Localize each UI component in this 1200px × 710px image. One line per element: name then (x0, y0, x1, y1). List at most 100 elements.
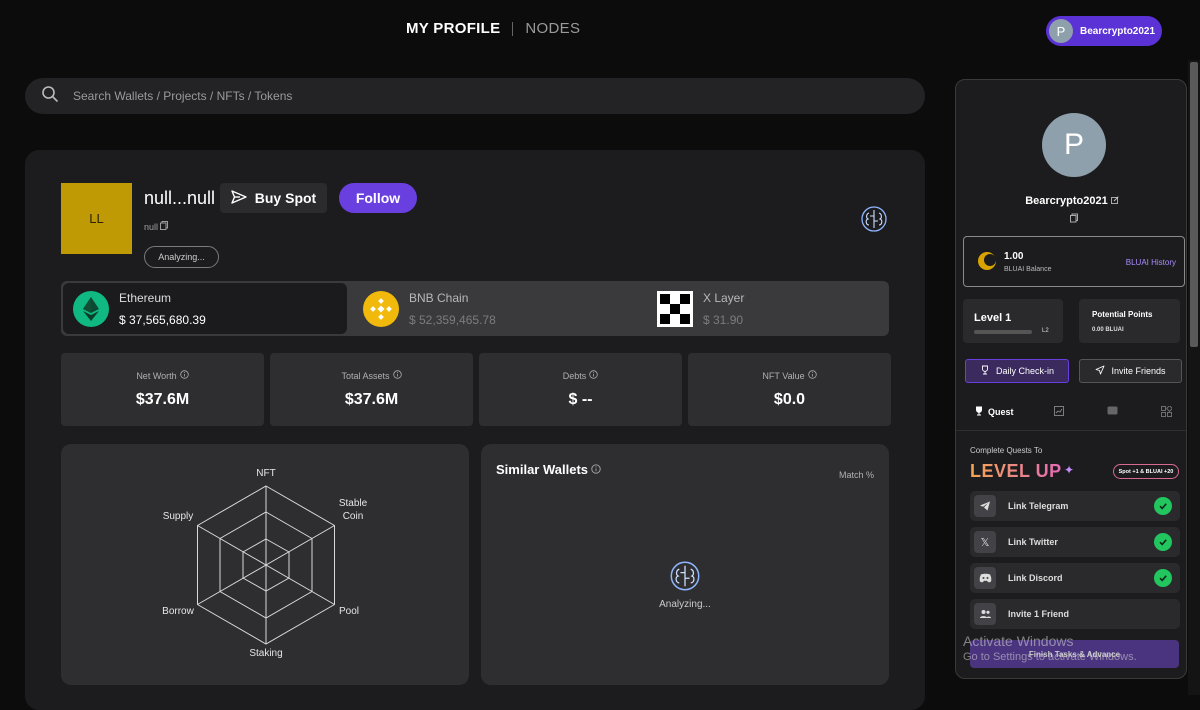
stat-net-worth: Net Worth $37.6M (61, 353, 264, 426)
sidebar-tabs: Quest (956, 398, 1186, 428)
stat-label: Net Worth (136, 370, 177, 381)
xlayer-icon (657, 290, 693, 327)
chain-tab-xlayer[interactable]: X Layer $ 31.90 (645, 283, 885, 334)
stat-total-assets: Total Assets $37.6M (270, 353, 473, 426)
radar-label-staking: Staking (249, 648, 282, 659)
stat-label: Total Assets (341, 370, 390, 381)
tab-chart[interactable] (1054, 406, 1064, 418)
sidebar-divider (956, 430, 1186, 431)
stat-nft-value: NFT Value $0.0 (688, 353, 891, 426)
chain-value: $ 52,359,465.78 (409, 312, 496, 327)
stats-row: Net Worth $37.6M Total Assets $37.6M Deb… (61, 353, 891, 426)
search-input[interactable] (73, 89, 773, 103)
edit-icon[interactable] (1110, 195, 1119, 207)
quest-link-twitter[interactable]: 𝕏 Link Twitter (970, 527, 1180, 557)
user-menu-button[interactable]: P Bearcrypto2021 (1046, 16, 1162, 46)
invite-friends-label: Invite Friends (1111, 366, 1166, 376)
tab-quest[interactable]: Quest (974, 406, 1014, 418)
tab-cards[interactable] (1107, 406, 1118, 417)
tab-nodes[interactable]: NODES (525, 20, 580, 37)
discord-icon (974, 567, 996, 589)
brain-icon (669, 561, 701, 596)
trophy-icon (974, 406, 984, 418)
stat-value: $0.0 (773, 391, 806, 408)
top-nav: MY PROFILE NODES P Bearcrypto2021 (0, 0, 1200, 60)
chain-selector: Ethereum $ 37,565,680.39 BNB Chain $ 52,… (61, 281, 889, 336)
info-icon[interactable] (807, 370, 817, 381)
info-icon[interactable] (179, 370, 189, 381)
daily-checkin-button[interactable]: Daily Check-in (965, 359, 1069, 383)
search-bar (25, 78, 925, 114)
info-icon[interactable] (589, 370, 598, 381)
radar-chart: NFT Stable Coin Pool Staking Borrow Suppl… (162, 468, 368, 659)
sidebar-avatar: P (1042, 113, 1106, 177)
bluai-balance-label: BLUAI Balance (1004, 266, 1052, 273)
sidebar-username-text: Bearcrypto2021 (1025, 195, 1108, 207)
tab-grid[interactable] (1161, 405, 1173, 419)
sidebar-username: Bearcrypto2021 (956, 195, 1186, 207)
telegram-icon (974, 495, 996, 517)
brain-icon[interactable] (860, 205, 888, 238)
stat-label: Debts (562, 370, 587, 381)
grid-icon (1161, 405, 1173, 419)
copy-icon[interactable] (1070, 210, 1078, 228)
send-icon (231, 189, 247, 207)
radar-label-pool: Pool (339, 606, 359, 617)
radar-chart-card: NFT Stable Coin Pool Staking Borrow Suppl… (61, 444, 469, 685)
stat-value: $ -- (568, 391, 593, 408)
page-scrollbar-thumb[interactable] (1190, 62, 1198, 347)
similar-analyzing: Analyzing... (481, 560, 889, 610)
follow-button[interactable]: Follow (339, 183, 417, 213)
profile-sidebar: P Bearcrypto2021 1.00 BLUAI Balance BLUA… (955, 79, 1187, 679)
bluai-balance-value: 1.00 (1004, 251, 1024, 262)
users-icon (974, 603, 996, 625)
chain-name: BNB Chain (409, 290, 469, 305)
nav-tabs: MY PROFILE NODES (406, 20, 580, 37)
chain-value: $ 31.90 (703, 312, 744, 327)
similar-wallets-title: Similar Wallets (496, 462, 601, 477)
bluai-history-link[interactable]: BLUAI History (1126, 258, 1176, 267)
level-card: Level 1 L2 (963, 299, 1063, 343)
chain-tab-ethereum[interactable]: Ethereum $ 37,565,680.39 (63, 283, 347, 334)
bluai-icon (978, 252, 996, 270)
finish-tasks-button[interactable]: Finish Tasks & Advance (970, 640, 1179, 668)
trophy-icon (980, 365, 990, 377)
radar-label-supply: Supply (163, 511, 194, 522)
x-twitter-icon: 𝕏 (974, 531, 996, 553)
potential-points-card: Potential Points 0.00 BLUAI (1079, 299, 1180, 343)
check-icon (1154, 569, 1172, 587)
card-icon (1107, 406, 1118, 417)
radar-label-nft: NFT (256, 468, 275, 479)
wallet-address: null (144, 221, 168, 232)
quest-intro: Complete Quests To (970, 446, 1043, 455)
points-title: Potential Points (1092, 310, 1153, 319)
quest-link-discord[interactable]: Link Discord (970, 563, 1180, 593)
chain-value: $ 37,565,680.39 (119, 312, 206, 327)
invite-friends-button[interactable]: Invite Friends (1079, 359, 1182, 383)
wallet-name: null...null (144, 188, 216, 208)
chain-tab-bnb[interactable]: BNB Chain $ 52,359,465.78 (353, 283, 637, 334)
user-avatar: P (1049, 19, 1073, 43)
similar-status-text: Analyzing... (659, 599, 711, 610)
user-name: Bearcrypto2021 (1080, 25, 1156, 37)
chain-name: Ethereum (119, 290, 172, 305)
level-up-heading: LEVEL UP (970, 461, 1062, 481)
quest-link-telegram[interactable]: Link Telegram (970, 491, 1180, 521)
stat-value: $37.6M (135, 391, 190, 408)
buy-spot-button[interactable]: Buy Spot (220, 183, 327, 213)
points-value: 0.00 BLUAI (1092, 327, 1124, 333)
match-percent-label: Match % (838, 470, 874, 480)
radar-label-stable-coin: Stable Coin (339, 498, 368, 522)
tab-my-profile[interactable]: MY PROFILE (406, 20, 500, 37)
quest-label: Link Telegram (1008, 501, 1069, 511)
send-icon (1095, 365, 1105, 377)
bonus-reward-badge: Spot +1 & BLUAI +20 (1113, 464, 1179, 479)
radar-label-borrow: Borrow (162, 606, 194, 617)
info-icon[interactable] (392, 370, 402, 381)
chain-name: X Layer (703, 290, 745, 305)
quest-invite-friend[interactable]: Invite 1 Friend (970, 599, 1180, 629)
search-icon (41, 85, 59, 108)
copy-icon[interactable] (160, 221, 168, 232)
info-icon[interactable] (591, 462, 601, 477)
sparkle-icon: ✦ (1064, 463, 1075, 477)
